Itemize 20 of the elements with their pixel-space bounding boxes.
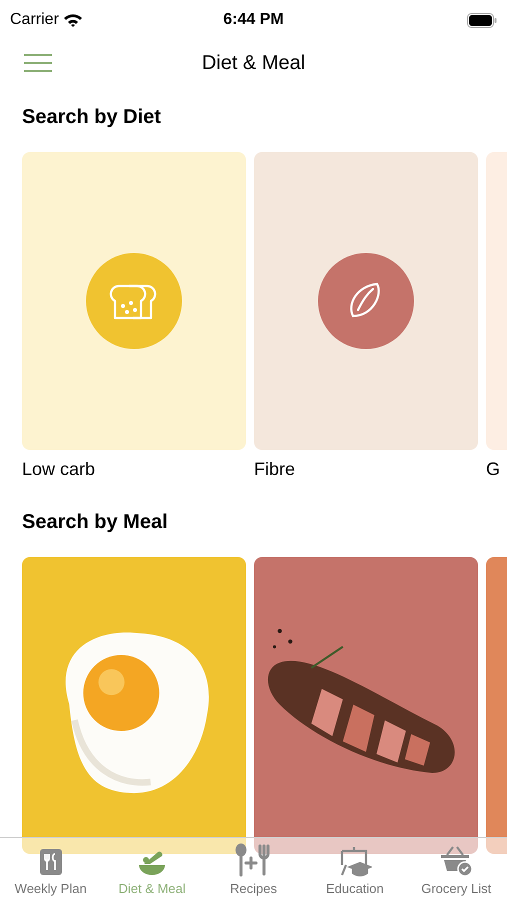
status-time: 6:44 PM: [223, 10, 284, 30]
tab-button[interactable]: Recipes: [203, 842, 304, 898]
basket-check-icon: [439, 844, 474, 876]
menu-button[interactable]: [24, 52, 52, 74]
section-heading: Search by Diet: [22, 105, 162, 130]
section-heading: Search by Meal: [22, 510, 169, 535]
wifi-icon: [62, 12, 83, 28]
tab-button[interactable]: Diet & Meal: [102, 846, 202, 898]
page-title: Diet & Meal: [202, 51, 306, 76]
carrier-name: Carrier: [10, 10, 59, 30]
diet-label: Low carb: [22, 458, 96, 481]
diet-label: G: [486, 458, 500, 481]
battery-icon: [467, 12, 497, 28]
diet-label: Fibre: [254, 458, 296, 481]
tab-button[interactable]: Education: [304, 844, 405, 898]
tab-button[interactable]: Grocery List: [406, 844, 506, 898]
diet-card[interactable]: [254, 152, 478, 450]
meal-card[interactable]: [254, 557, 478, 854]
tab-button[interactable]: Weekly Plan: [0, 846, 101, 898]
diet-card[interactable]: [22, 152, 246, 450]
